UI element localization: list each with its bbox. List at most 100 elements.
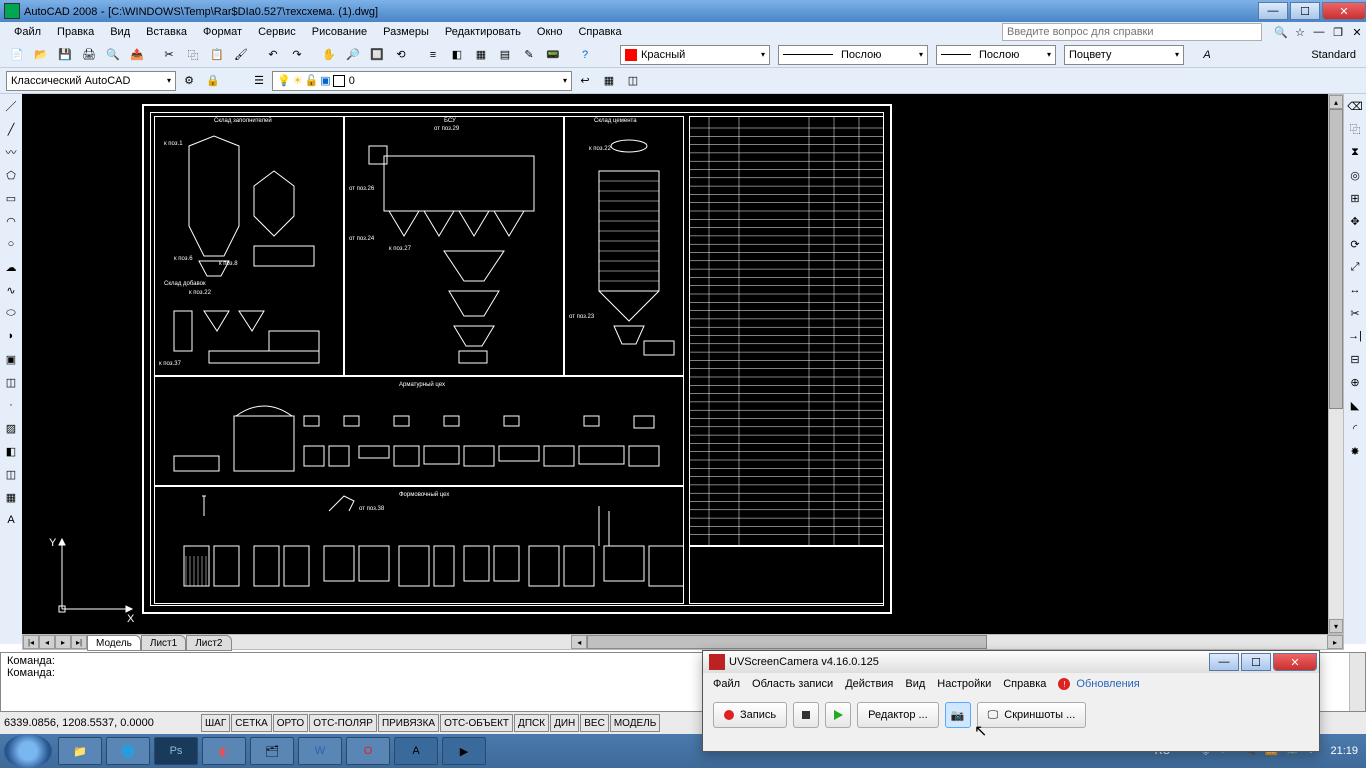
dc-icon[interactable]: ◧ <box>446 44 468 66</box>
mode-ortho[interactable]: ОРТО <box>273 714 308 732</box>
trim-icon[interactable]: ✂ <box>1345 303 1365 323</box>
task-powerpoint[interactable]: ◧ <box>202 737 246 765</box>
mode-model[interactable]: МОДЕЛЬ <box>610 714 660 732</box>
tp-icon[interactable]: ▦ <box>470 44 492 66</box>
menu-view[interactable]: Вид <box>102 23 138 41</box>
uv-maximize-button[interactable]: ☐ <box>1241 653 1271 671</box>
uv-play-button[interactable] <box>825 702 851 728</box>
new-icon[interactable]: 📄 <box>6 44 28 66</box>
help-search-input[interactable] <box>1002 23 1262 41</box>
vscroll-down-icon[interactable]: ▾ <box>1329 619 1343 633</box>
task-uvscreencamera[interactable]: ▶ <box>442 737 486 765</box>
chamfer-icon[interactable]: ◣ <box>1345 395 1365 415</box>
drawing-canvas[interactable]: /*inline rows generated later below shee… <box>22 94 1344 634</box>
layer-iso-icon[interactable]: ◫ <box>622 70 644 92</box>
lineweight-dropdown[interactable]: Послою▾ <box>936 45 1056 65</box>
paste-icon[interactable]: 📋 <box>206 44 228 66</box>
task-word[interactable]: W <box>298 737 342 765</box>
ellipse-icon[interactable]: ⬭ <box>1 303 21 323</box>
textstyle-label[interactable]: Standard <box>1311 49 1356 61</box>
point-icon[interactable]: · <box>1 395 21 415</box>
xline-icon[interactable]: ╱ <box>1 119 21 139</box>
close-button[interactable]: ✕ <box>1322 2 1366 20</box>
extend-icon[interactable]: →| <box>1345 326 1365 346</box>
calc-icon[interactable]: 📟 <box>542 44 564 66</box>
task-opera[interactable]: O <box>346 737 390 765</box>
mdi-min-icon[interactable]: — <box>1310 23 1328 41</box>
print-icon[interactable]: 🖨 <box>78 44 100 66</box>
uv-record-button[interactable]: Запись <box>713 702 787 728</box>
task-autocad[interactable]: A <box>394 737 438 765</box>
menu-format[interactable]: Формат <box>195 23 250 41</box>
tab-first-icon[interactable]: |◂ <box>23 635 39 649</box>
mdi-close-icon[interactable]: ✕ <box>1348 23 1366 41</box>
offset-icon[interactable]: ◎ <box>1345 165 1365 185</box>
layer-prev-icon[interactable]: ↩ <box>574 70 596 92</box>
publish-icon[interactable]: 📤 <box>126 44 148 66</box>
menu-file[interactable]: Файл <box>6 23 49 41</box>
undo-icon[interactable]: ↶ <box>262 44 284 66</box>
mode-otrack[interactable]: ОТС-ОБЪЕКТ <box>440 714 513 732</box>
tab-model[interactable]: Модель <box>87 635 141 651</box>
mode-grid[interactable]: СЕТКА <box>231 714 272 732</box>
uv-editor-button[interactable]: Редактор ... <box>857 702 939 728</box>
layer-manager-icon[interactable]: ☰ <box>248 70 270 92</box>
tray-clock[interactable]: 21:19 <box>1330 745 1358 757</box>
uv-menu-settings[interactable]: Настройки <box>933 678 995 690</box>
scale-icon[interactable]: ⤢ <box>1345 257 1365 277</box>
workspace-dropdown[interactable]: Классический AutoCAD▾ <box>6 71 176 91</box>
open-icon[interactable]: 📂 <box>30 44 52 66</box>
uv-screenshot-tool-button[interactable]: 📷 <box>945 702 971 728</box>
menu-modify[interactable]: Редактировать <box>437 23 529 41</box>
tab-layout1[interactable]: Лист1 <box>141 635 186 651</box>
color-dropdown[interactable]: Красный▾ <box>620 45 770 65</box>
uv-menu-updates[interactable]: !Обновления <box>1054 678 1147 691</box>
gradient-icon[interactable]: ◧ <box>1 441 21 461</box>
move-icon[interactable]: ✥ <box>1345 211 1365 231</box>
task-explorer2[interactable]: 🗂 <box>250 737 294 765</box>
match-icon[interactable]: 🖌 <box>230 44 252 66</box>
markup-icon[interactable]: ✎ <box>518 44 540 66</box>
minimize-button[interactable]: — <box>1258 2 1288 20</box>
layer-dropdown[interactable]: 💡☀🔓▣0▾ <box>272 71 572 91</box>
uv-menu-file[interactable]: Файл <box>709 678 744 690</box>
tab-last-icon[interactable]: ▸| <box>71 635 87 649</box>
hatch-icon[interactable]: ▨ <box>1 418 21 438</box>
block-icon[interactable]: ◫ <box>1 372 21 392</box>
uv-minimize-button[interactable]: — <box>1209 653 1239 671</box>
array-icon[interactable]: ⊞ <box>1345 188 1365 208</box>
maximize-button[interactable]: ☐ <box>1290 2 1320 20</box>
recent-icon[interactable]: ☆ <box>1291 23 1309 41</box>
hscroll-thumb[interactable] <box>587 635 987 649</box>
linetype-dropdown[interactable]: Послою▾ <box>778 45 928 65</box>
mode-dyn[interactable]: ДИН <box>550 714 579 732</box>
task-chrome[interactable]: 🌐 <box>106 737 150 765</box>
break-icon[interactable]: ⊟ <box>1345 349 1365 369</box>
tab-prev-icon[interactable]: ◂ <box>39 635 55 649</box>
cut-icon[interactable]: ✂ <box>158 44 180 66</box>
menu-edit[interactable]: Правка <box>49 23 102 41</box>
hscroll-right-icon[interactable]: ▸ <box>1327 635 1343 649</box>
copy2-icon[interactable]: ⿻ <box>1345 119 1365 139</box>
preview-icon[interactable]: 🔍 <box>102 44 124 66</box>
ssm-icon[interactable]: ▤ <box>494 44 516 66</box>
textstyle-icon[interactable]: A <box>1196 44 1218 66</box>
hscroll-left-icon[interactable]: ◂ <box>571 635 587 649</box>
menu-help[interactable]: Справка <box>570 23 629 41</box>
uv-menu-area[interactable]: Область записи <box>748 678 837 690</box>
tab-layout2[interactable]: Лист2 <box>186 635 231 651</box>
erase-icon[interactable]: ⌫ <box>1345 96 1365 116</box>
ws-lock-icon[interactable]: 🔒 <box>202 70 224 92</box>
tab-next-icon[interactable]: ▸ <box>55 635 71 649</box>
mode-lwt[interactable]: ВЕС <box>580 714 609 732</box>
circle-icon[interactable]: ○ <box>1 234 21 254</box>
menu-service[interactable]: Сервис <box>250 23 304 41</box>
menu-draw[interactable]: Рисование <box>304 23 375 41</box>
search-icon[interactable]: 🔍 <box>1272 23 1290 41</box>
menu-window[interactable]: Окно <box>529 23 571 41</box>
uv-stop-button[interactable] <box>793 702 819 728</box>
arc-icon[interactable]: ◠ <box>1 211 21 231</box>
ws-settings-icon[interactable]: ⚙ <box>178 70 200 92</box>
mode-osnap[interactable]: ПРИВЯЗКА <box>378 714 439 732</box>
menu-dim[interactable]: Размеры <box>375 23 437 41</box>
